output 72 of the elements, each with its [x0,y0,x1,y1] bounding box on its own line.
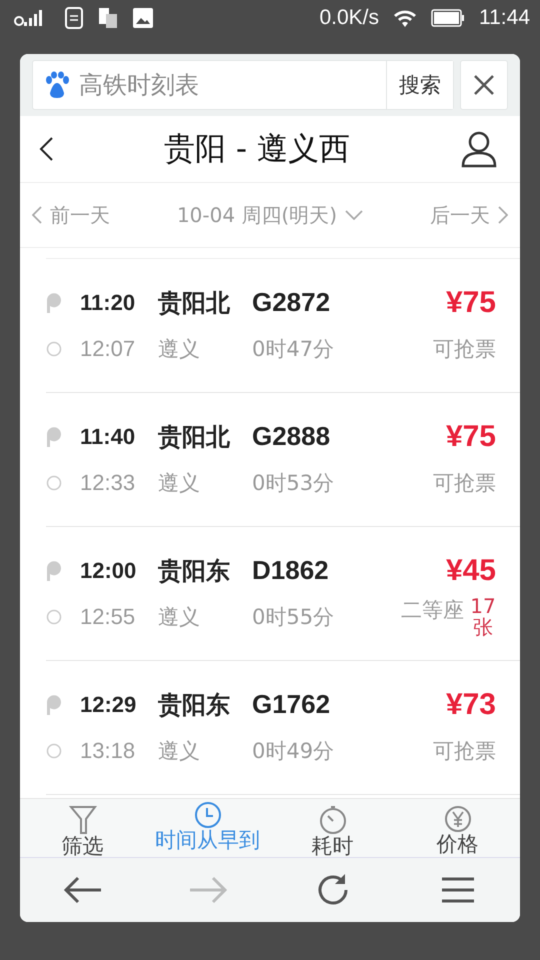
travel-duration: 0时47分 [252,336,336,362]
arrival-station: 遵义 [158,336,201,362]
arrival-dot-icon [46,608,62,624]
wifi-icon [393,8,417,28]
train-number: G2888 [252,421,332,452]
flag-icon [46,426,64,448]
departure-station: 贵阳东 [158,690,231,720]
arrival-dot-icon [46,474,62,490]
chevron-down-icon [345,210,364,220]
arrival-station: 遵义 [158,738,201,764]
ticket-price: ¥75 [446,286,496,320]
train-number: D1862 [252,555,330,586]
departure-station: 贵阳北 [158,288,231,318]
chevron-left-icon [32,206,42,224]
paw-logo-icon [43,71,71,99]
availability-text: 可抢票 [433,738,496,764]
copy-icon [98,7,118,29]
chevron-left-icon [38,136,54,162]
departure-station: 贵阳东 [158,556,231,586]
timer-icon [318,805,346,835]
departure-time: 11:20 [80,290,136,316]
forward-arrow-icon [188,875,228,905]
flag-icon [46,694,64,716]
chevron-right-icon [498,206,508,224]
availability-text: 可抢票 [433,336,496,362]
travel-duration: 0时53分 [252,470,336,496]
train-number: G2872 [252,287,332,318]
close-icon [473,74,495,96]
seat-class: 二等座 [401,596,464,624]
search-button[interactable]: 搜索 [386,61,453,109]
flag-icon [46,292,64,314]
ticket-price: ¥75 [446,420,496,454]
back-arrow-icon [62,875,102,905]
train-number: G1762 [252,689,332,720]
arrival-time: 12:33 [80,470,136,496]
ticket-price: ¥45 [446,554,496,588]
sort-tab[interactable]: 价格 [395,799,520,857]
clock-time: 11:44 [479,6,530,30]
arrival-station: 遵义 [158,470,201,496]
arrival-time: 12:07 [80,336,136,362]
departure-time: 11:40 [80,424,136,450]
yuan-icon [444,805,472,833]
departure-time: 12:29 [80,692,138,718]
menu-icon [440,876,476,904]
travel-duration: 0时49分 [252,738,336,764]
availability-text: 可抢票 [433,470,496,496]
departure-station: 贵阳北 [158,422,231,452]
seat-count: 17张 [470,596,496,638]
user-icon [460,130,498,168]
clock-icon [194,801,222,829]
search-text: 高铁时刻表 [79,70,200,101]
route-title: 贵阳 - 遵义西 [164,130,350,169]
document-icon [64,7,84,29]
ticket-price: ¥73 [446,688,496,722]
image-icon [132,7,154,29]
arrival-station: 遵义 [158,604,201,630]
sort-tab[interactable]: 筛选 [20,799,145,857]
travel-duration: 0时55分 [252,604,336,630]
arrival-time: 13:18 [80,738,136,764]
battery-icon [431,9,465,27]
flag-icon [46,560,64,582]
sort-tab[interactable]: 耗时 [270,799,395,857]
arrival-dot-icon [46,742,62,758]
filter-icon [68,805,96,835]
back-button[interactable] [38,136,54,162]
arrival-time: 12:55 [80,604,136,630]
close-button[interactable] [460,60,508,110]
network-speed: 0.0K/s [319,6,379,30]
arrival-dot-icon [46,340,62,356]
search-field[interactable]: 高铁时刻表 搜索 [32,60,454,110]
departure-time: 12:00 [80,558,138,584]
profile-button[interactable] [460,130,498,168]
